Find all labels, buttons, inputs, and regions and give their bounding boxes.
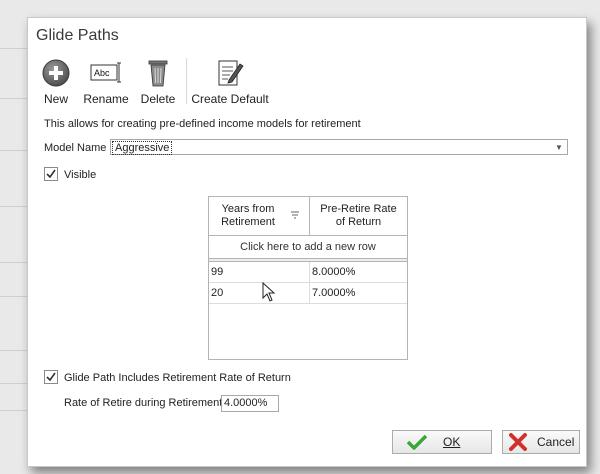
includes-retirement-label: Glide Path Includes Retirement Rate of R… [64, 372, 291, 384]
years-cell[interactable]: 20 [209, 283, 310, 303]
rename-label: Rename [83, 92, 129, 106]
ok-label: OK [443, 435, 461, 449]
years-cell[interactable]: 99 [209, 262, 310, 282]
rename-icon-text: Abc [94, 68, 110, 78]
create-default-button[interactable]: Create Default [191, 58, 269, 106]
dialog-title: Glide Paths [36, 27, 119, 44]
toolbar-separator [186, 58, 187, 104]
close-icon [509, 433, 527, 451]
model-name-label: Model Name [44, 142, 107, 154]
cancel-button[interactable]: Cancel [502, 430, 580, 454]
model-name-value: Aggressive [112, 141, 173, 155]
sort-icon[interactable] [291, 211, 299, 219]
glide-path-grid: Years from Retirement Pre-Retire Rate of… [208, 196, 408, 360]
column-header-rate-line2: of Return [335, 216, 382, 228]
new-label: New [43, 92, 68, 106]
column-header-rate-line1: Pre-Retire Rate [320, 203, 397, 215]
column-header-years[interactable]: Years from Retirement [209, 197, 310, 235]
chevron-down-icon[interactable]: ▼ [551, 140, 567, 154]
delete-button[interactable]: Delete [140, 58, 176, 106]
delete-label: Delete [140, 92, 176, 106]
grid-header: Years from Retirement Pre-Retire Rate of… [209, 197, 407, 236]
column-header-years-line2: Retirement [221, 216, 275, 228]
checkmark-icon [407, 434, 427, 450]
cancel-label: Cancel [537, 435, 575, 449]
checkmark-icon [46, 169, 56, 179]
mouse-cursor-icon [262, 282, 276, 302]
column-header-rate[interactable]: Pre-Retire Rate of Return [310, 197, 407, 235]
glide-paths-dialog: Glide Paths New Abc Rename Delete Create… [27, 17, 587, 467]
rate-cell[interactable]: 7.0000% [310, 283, 407, 303]
new-button[interactable]: New [36, 58, 76, 106]
table-row[interactable]: 20 7.0000% [209, 283, 407, 304]
visible-checkbox[interactable] [44, 167, 58, 181]
rename-button[interactable]: Abc Rename [82, 58, 130, 106]
add-circle-icon [40, 58, 72, 88]
rate-retire-input[interactable]: 4.0000% [221, 395, 279, 412]
visible-label: Visible [64, 169, 97, 181]
checkmark-icon [46, 372, 56, 382]
create-default-label: Create Default [191, 92, 269, 106]
model-name-dropdown[interactable]: Aggressive ▼ [110, 139, 568, 155]
trash-can-icon [142, 58, 174, 88]
ok-button[interactable]: OK [392, 430, 492, 454]
includes-retirement-checkbox[interactable] [44, 370, 58, 384]
column-header-years-line1: Years from [221, 203, 275, 215]
table-row[interactable]: 99 8.0000% [209, 262, 407, 283]
rename-icon: Abc [90, 58, 122, 88]
add-new-row[interactable]: Click here to add a new row [209, 236, 407, 259]
description-text: This allows for creating pre-defined inc… [44, 118, 361, 130]
edit-document-icon [214, 58, 246, 88]
rate-cell[interactable]: 8.0000% [310, 262, 407, 282]
rate-retire-label: Rate of Retire during Retirement [64, 397, 223, 409]
